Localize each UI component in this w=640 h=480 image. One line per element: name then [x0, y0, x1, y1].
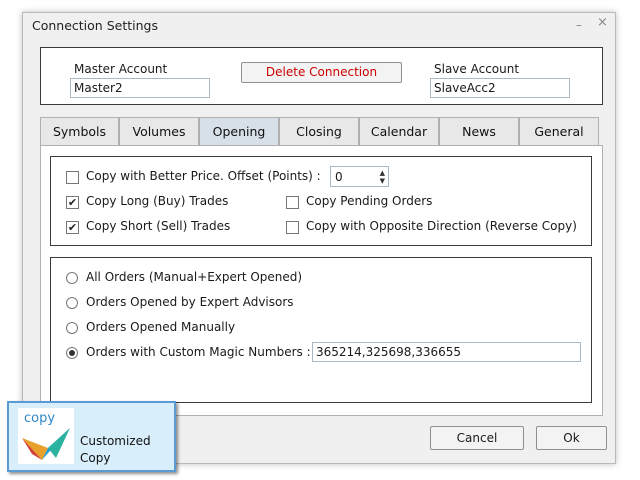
badge-line-2: Copy: [80, 451, 111, 465]
offset-points-value: 0: [335, 170, 343, 184]
expert-orders-label: Orders Opened by Expert Advisors: [86, 295, 294, 309]
radio-selected-dot: [69, 350, 75, 356]
minimize-icon[interactable]: –: [576, 18, 582, 32]
tab-news[interactable]: News: [439, 117, 519, 146]
master-account-field[interactable]: Master2: [70, 78, 210, 98]
expert-orders-radio[interactable]: [66, 297, 78, 309]
short-trades-label: Copy Short (Sell) Trades: [86, 219, 231, 233]
tab-calendar[interactable]: Calendar: [359, 117, 439, 146]
all-orders-radio[interactable]: [66, 272, 78, 284]
pending-orders-checkbox[interactable]: [286, 196, 299, 209]
long-trades-checkbox[interactable]: ✔: [66, 196, 79, 209]
long-trades-label: Copy Long (Buy) Trades: [86, 194, 229, 208]
spin-down-icon[interactable]: ▼: [380, 178, 385, 185]
tab-symbols[interactable]: Symbols: [40, 117, 119, 146]
short-trades-checkbox[interactable]: ✔: [66, 221, 79, 234]
magic-orders-label: Orders with Custom Magic Numbers :: [86, 345, 311, 359]
master-account-label: Master Account: [74, 62, 168, 76]
opposite-direction-checkbox[interactable]: [286, 221, 299, 234]
magic-orders-radio[interactable]: [66, 347, 78, 359]
badge-line-1: Customized: [80, 434, 151, 448]
opposite-direction-label: Copy with Opposite Direction (Reverse Co…: [306, 219, 577, 233]
paper-plane-logo-icon: copy: [18, 408, 74, 464]
customized-copy-badge: copy Customized Copy: [7, 401, 176, 472]
tab-opening[interactable]: Opening: [199, 117, 279, 146]
tab-general[interactable]: General: [519, 117, 599, 146]
cancel-button[interactable]: Cancel: [430, 426, 524, 450]
manual-orders-label: Orders Opened Manually: [86, 320, 236, 334]
tab-bar: Symbols Volumes Opening Closing Calendar…: [40, 117, 600, 146]
magic-numbers-field[interactable]: 365214,325698,336655: [312, 342, 581, 362]
better-price-checkbox[interactable]: [66, 171, 79, 184]
all-orders-label: All Orders (Manual+Expert Opened): [86, 270, 303, 284]
tab-closing[interactable]: Closing: [279, 117, 359, 146]
better-price-label: Copy with Better Price. Offset (Points) …: [86, 169, 321, 183]
delete-connection-button[interactable]: Delete Connection: [241, 62, 402, 83]
close-icon[interactable]: ×: [597, 16, 608, 30]
opening-tab-panel: Copy with Better Price. Offset (Points) …: [40, 145, 603, 416]
logo-text: copy: [24, 411, 55, 426]
pending-orders-label: Copy Pending Orders: [306, 194, 433, 208]
spin-up-icon[interactable]: ▲: [380, 170, 385, 177]
slave-account-field[interactable]: SlaveAcc2: [430, 78, 570, 98]
order-source-group: All Orders (Manual+Expert Opened) Orders…: [50, 257, 592, 403]
account-section: Master Account Master2 Delete Connection…: [40, 47, 603, 105]
window-title: Connection Settings: [32, 18, 158, 33]
copy-options-group: Copy with Better Price. Offset (Points) …: [50, 156, 592, 246]
ok-button[interactable]: Ok: [536, 426, 607, 450]
manual-orders-radio[interactable]: [66, 322, 78, 334]
offset-points-stepper[interactable]: 0 ▲ ▼: [330, 166, 389, 187]
tab-volumes[interactable]: Volumes: [119, 117, 199, 146]
slave-account-label: Slave Account: [434, 62, 520, 76]
badge-caption: Customized Copy: [80, 433, 151, 467]
title-bar: Connection Settings – ×: [23, 13, 615, 38]
connection-settings-window: Connection Settings – × Master Account M…: [22, 12, 616, 464]
